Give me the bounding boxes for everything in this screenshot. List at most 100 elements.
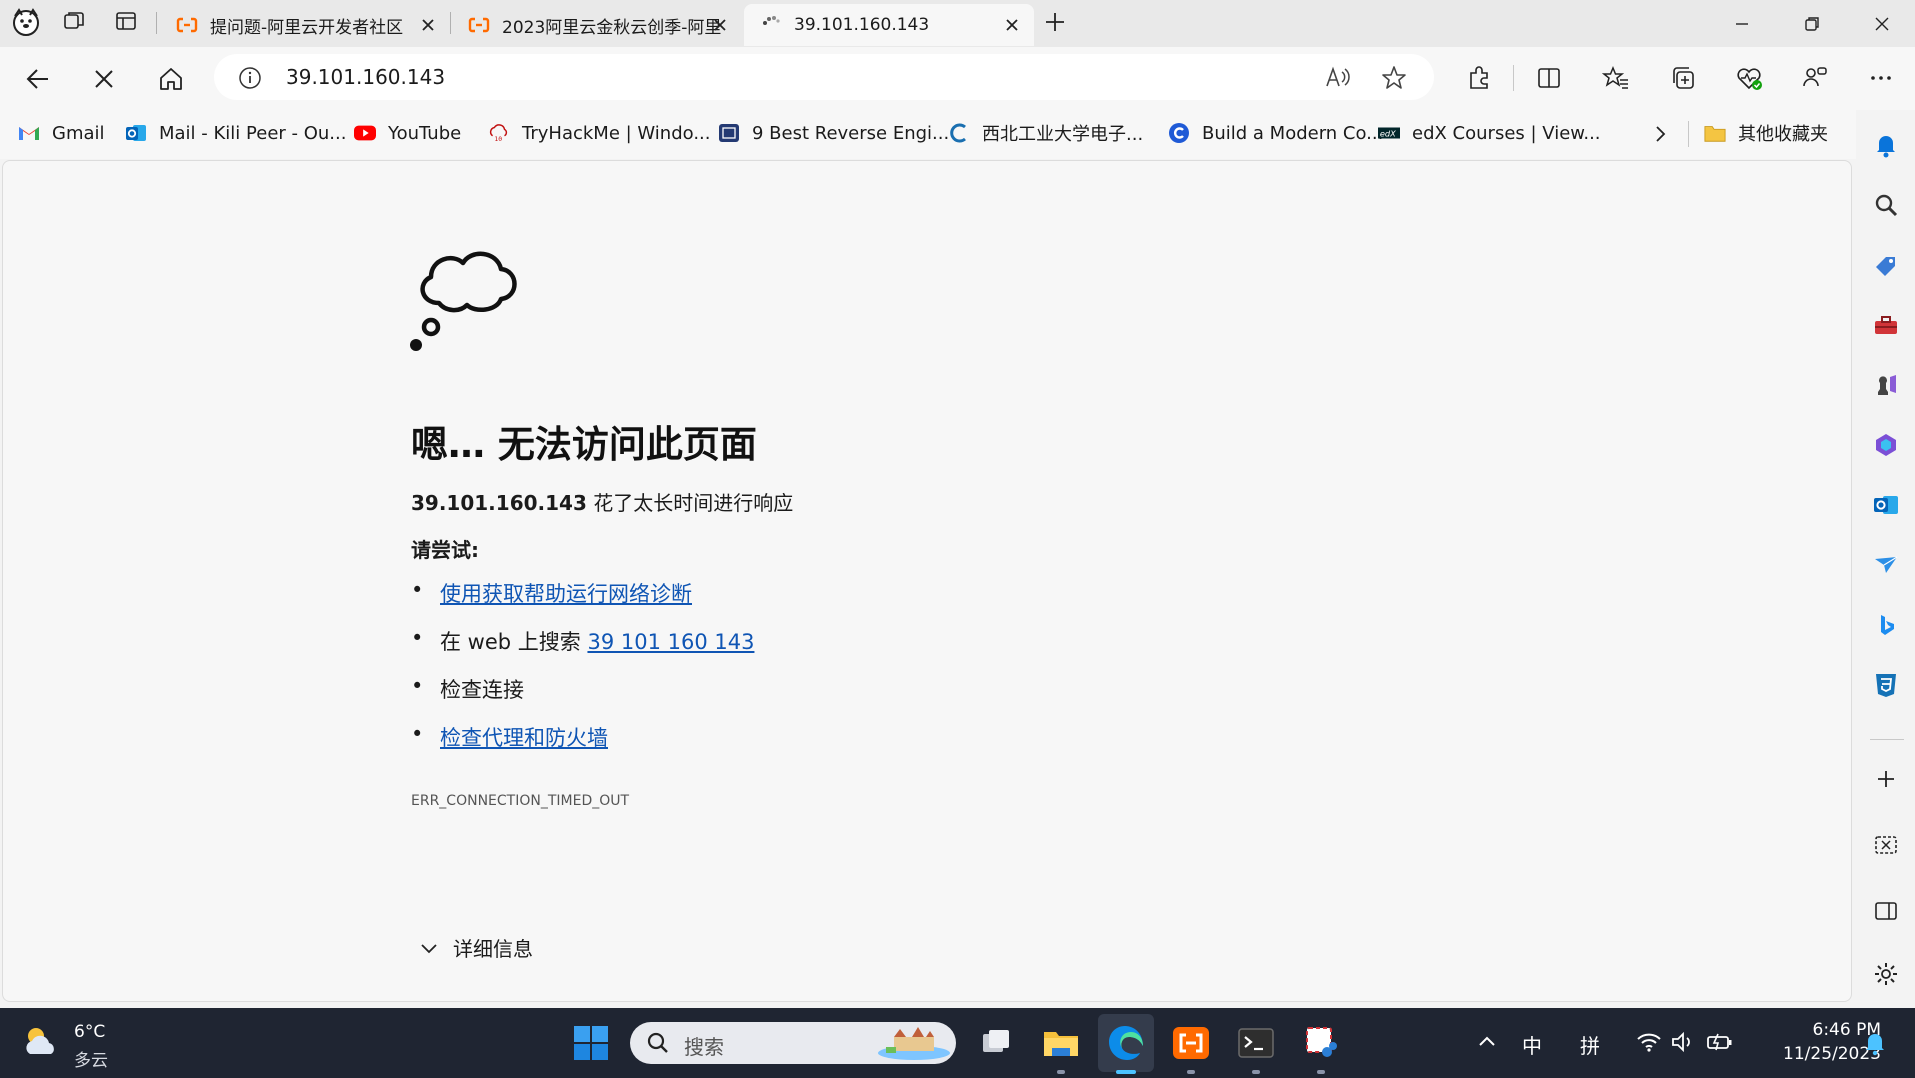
close-window-icon[interactable] (1870, 12, 1894, 36)
other-favorites-folder[interactable]: 其他收藏夹 (1704, 118, 1828, 148)
extensions-icon[interactable] (1465, 64, 1493, 92)
taskbar-search-box[interactable]: 搜索 (630, 1022, 956, 1064)
outlook-icon (125, 122, 147, 144)
favorite-tryhackme[interactable]: 10 TryHackMe | Windo... (488, 118, 711, 148)
svg-text:10: 10 (494, 135, 502, 143)
clock-time[interactable]: 6:46 PM (1745, 1020, 1882, 1040)
favorite-youtube[interactable]: YouTube (354, 118, 461, 148)
details-toggle[interactable]: 详细信息 (419, 933, 533, 962)
tab-aliyun-campaign[interactable]: 2023阿里云金秋云创季-阿里云 (452, 4, 742, 46)
favorite-label: Build a Modern Co... (1202, 122, 1384, 144)
settings-gear-icon[interactable] (1872, 960, 1900, 988)
profile-avatar-icon[interactable] (10, 6, 42, 38)
c-blue-icon (1168, 122, 1190, 144)
favorite-nwpu[interactable]: 西北工业大学电子... (948, 118, 1143, 148)
restore-icon[interactable] (1800, 12, 1824, 36)
screenshot-icon[interactable] (1872, 831, 1900, 859)
aliyun-icon (468, 14, 490, 36)
search-web-link[interactable]: 39 101 160 143 (587, 630, 754, 654)
tab-aliyun-question[interactable]: 提问题-阿里云开发者社区 (160, 4, 450, 46)
browser-essentials-icon[interactable] (1735, 64, 1763, 92)
favorites-icon[interactable] (1602, 64, 1630, 92)
favorite-reverse-engineering[interactable]: 9 Best Reverse Engi... (718, 118, 949, 148)
bing-icon[interactable] (1872, 611, 1900, 639)
bullet: • (411, 722, 424, 746)
favorite-outlook-mail[interactable]: Mail - Kili Peer - Ou... (125, 118, 346, 148)
tab-label: 39.101.160.143 (794, 15, 930, 35)
error-host: 39.101.160.143 (411, 491, 587, 515)
edge-browser-icon[interactable] (1105, 1022, 1147, 1064)
close-tab-icon[interactable] (418, 15, 438, 35)
ime-mode-indicator[interactable]: 中 (1522, 1030, 1542, 1059)
chevron-up-icon[interactable] (1475, 1030, 1499, 1054)
check-proxy-firewall-link[interactable]: 检查代理和防火墙 (440, 722, 608, 752)
search-icon[interactable] (1872, 191, 1900, 219)
url-text[interactable]: 39.101.160.143 (286, 65, 445, 89)
details-label: 详细信息 (453, 937, 533, 961)
network-diagnostics-link[interactable]: 使用获取帮助运行网络诊断 (440, 578, 692, 608)
gmail-icon (18, 122, 40, 144)
clock-date[interactable]: 11/25/2023 (1745, 1044, 1881, 1064)
workspaces-icon[interactable] (62, 9, 86, 33)
css-shield-icon[interactable] (1872, 671, 1900, 699)
favorite-gmail[interactable]: Gmail (18, 118, 105, 148)
c-site-icon (948, 122, 970, 144)
hide-sidebar-icon[interactable] (1872, 897, 1900, 925)
split-screen-icon[interactable] (1535, 64, 1563, 92)
favorite-label: Gmail (52, 122, 105, 144)
thinking-cloud-icon (409, 241, 521, 353)
collections-icon[interactable] (1670, 64, 1698, 92)
terminal-icon[interactable] (1235, 1022, 1277, 1064)
tab-active-ip[interactable]: 39.101.160.143 (744, 4, 1034, 46)
error-code: ERR_CONNECTION_TIMED_OUT (411, 793, 630, 809)
windows-start-icon[interactable] (570, 1022, 612, 1064)
error-host-suffix: 花了太长时间进行响应 (586, 491, 794, 515)
add-sidebar-app-icon[interactable] (1872, 765, 1900, 793)
running-indicator (1057, 1070, 1065, 1074)
send-plane-icon[interactable] (1872, 551, 1900, 579)
wifi-icon[interactable] (1636, 1030, 1662, 1054)
aliyun-icon (176, 14, 198, 36)
tab-bar: 提问题-阿里云开发者社区 2023阿里云金秋云创季-阿里云 39.101.160… (0, 0, 1915, 47)
notification-center-icon[interactable] (1862, 1030, 1888, 1056)
close-tab-icon[interactable] (1002, 15, 1022, 35)
bullet: • (411, 626, 424, 650)
games-chess-icon[interactable] (1872, 371, 1900, 399)
favorite-build-modern[interactable]: Build a Modern Co... (1168, 118, 1383, 148)
page-content: 嗯… 无法访问此页面 39.101.160.143 花了太长时间进行响应 请尝试… (2, 160, 1852, 1002)
more-options-icon[interactable] (1867, 64, 1895, 92)
copilot-share-icon[interactable] (1801, 64, 1829, 92)
favorite-star-icon[interactable] (1380, 64, 1408, 92)
vertical-tabs-icon[interactable] (114, 9, 138, 33)
minimize-icon[interactable] (1730, 12, 1754, 36)
search-highlight-castle-icon (876, 1025, 952, 1061)
navigation-toolbar: 39.101.160.143 (0, 47, 1915, 109)
outlook-sidebar-icon[interactable] (1872, 491, 1900, 519)
back-icon[interactable] (24, 65, 52, 93)
volume-icon[interactable] (1670, 1030, 1696, 1054)
ime-pinyin-indicator[interactable]: 拼 (1580, 1030, 1600, 1059)
tab-label: 2023阿里云金秋云创季-阿里云 (502, 17, 722, 38)
address-bar[interactable]: 39.101.160.143 (214, 54, 1434, 100)
read-aloud-icon[interactable] (1324, 64, 1352, 92)
notifications-bell-icon[interactable] (1872, 131, 1900, 159)
snipping-tool-icon[interactable] (1300, 1022, 1342, 1064)
aliyun-app-icon[interactable] (1170, 1022, 1212, 1064)
site-info-icon[interactable] (238, 66, 262, 90)
edx-icon: edX (1378, 122, 1400, 144)
tools-toolbox-icon[interactable] (1872, 311, 1900, 339)
new-tab-icon[interactable] (1042, 9, 1068, 35)
battery-charging-icon[interactable] (1706, 1030, 1734, 1054)
weather-cloud-icon[interactable] (20, 1022, 62, 1064)
home-icon[interactable] (157, 65, 185, 93)
task-view-icon[interactable] (975, 1022, 1017, 1064)
chevron-right-icon[interactable] (1648, 122, 1672, 146)
file-explorer-icon[interactable] (1040, 1022, 1082, 1064)
stop-loading-icon[interactable] (91, 66, 117, 92)
close-tab-icon[interactable] (710, 15, 730, 35)
search-web-text: 在 web 上搜索 39 101 160 143 (440, 626, 754, 656)
microsoft-365-icon[interactable] (1872, 431, 1900, 459)
weather-temp: 6°C (74, 1022, 106, 1042)
shopping-tag-icon[interactable] (1872, 251, 1900, 279)
favorite-edx[interactable]: edX edX Courses | View... (1378, 118, 1601, 148)
